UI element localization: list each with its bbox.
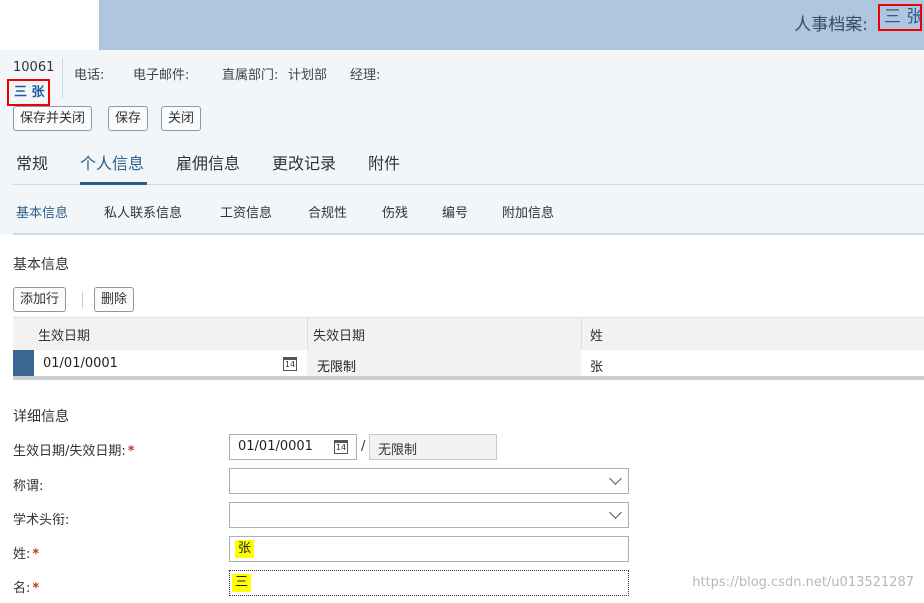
tab-attachments[interactable]: 附件 [368, 150, 400, 174]
save-button[interactable]: 保存 [108, 106, 149, 131]
salutation-label: 称谓: [13, 479, 44, 494]
toolbar-separator [82, 292, 83, 308]
header-left-blank [0, 0, 99, 50]
col-divider [307, 318, 308, 349]
email-label: 电子邮件: [133, 68, 190, 83]
chevron-down-icon[interactable] [609, 472, 622, 485]
cell-start-date[interactable]: 01/01/0001 [43, 356, 118, 371]
subtab-basic-info[interactable]: 基本信息 [16, 202, 68, 221]
manager-label: 经理: [350, 68, 381, 83]
tab-employment-info[interactable]: 雇佣信息 [176, 150, 240, 174]
col-end-date[interactable]: 失效日期 [313, 325, 365, 344]
subtab-number[interactable]: 编号 [442, 202, 468, 221]
calendar-icon[interactable]: 14 [334, 440, 348, 454]
effective-date-input[interactable]: 01/01/0001 14 [229, 434, 357, 460]
cell-end-date: 无限制 [317, 360, 357, 375]
subtab-payroll[interactable]: 工资信息 [220, 202, 272, 221]
tab-active-indicator [80, 182, 147, 185]
subtab-compliance[interactable]: 合规性 [308, 202, 347, 221]
detail-title: 详细信息 [13, 409, 69, 425]
first-name-value: 三 [232, 574, 252, 592]
delete-button[interactable]: 删除 [94, 287, 135, 312]
tab-general[interactable]: 常规 [16, 150, 48, 174]
table-scrollbar[interactable] [13, 376, 924, 380]
header-divider [62, 58, 63, 98]
row-selector[interactable] [13, 350, 34, 377]
last-name-label: 姓: * [13, 547, 40, 562]
tab-change-log[interactable]: 更改记录 [272, 150, 336, 174]
col-last-name[interactable]: 姓 [590, 325, 603, 344]
tab-personal-info[interactable]: 个人信息 [80, 150, 144, 174]
effective-date-value: 01/01/0001 [238, 439, 313, 454]
first-name-input[interactable]: 三 [229, 570, 629, 596]
salutation-select[interactable] [229, 468, 629, 494]
date-separator: / [361, 439, 366, 454]
header-employee-name: 三 张 [878, 4, 922, 31]
last-name-input[interactable]: 张 [229, 536, 629, 562]
end-date-field: 无限制 [369, 434, 497, 460]
phone-label: 电话: [74, 68, 105, 83]
first-name-label: 名: * [13, 581, 40, 596]
dept-label: 直属部门: [222, 68, 279, 83]
watermark: https://blog.csdn.net/u013521287 [692, 575, 914, 590]
chevron-down-icon[interactable] [609, 506, 622, 519]
subtab-private-contact[interactable]: 私人联系信息 [104, 202, 182, 221]
date-range-label: 生效日期/失效日期: * [13, 444, 135, 459]
close-button[interactable]: 关闭 [161, 106, 202, 131]
last-name-value: 张 [235, 540, 255, 558]
academic-title-label: 学术头衔: [13, 513, 70, 528]
tab-bar-line [13, 184, 924, 185]
subtab-additional[interactable]: 附加信息 [502, 202, 554, 221]
subtab-disability[interactable]: 伤残 [382, 202, 408, 221]
calendar-icon[interactable]: 14 [283, 357, 297, 371]
page-title: 人事档案: [794, 15, 868, 35]
end-date-value: 无限制 [378, 443, 418, 458]
basic-info-title: 基本信息 [13, 257, 69, 273]
subtab-bar-line [13, 233, 924, 235]
cell-last-name[interactable]: 张 [590, 356, 603, 375]
employee-name: 三 张 [7, 79, 50, 106]
table-header [13, 317, 924, 350]
employee-id: 10061 [13, 60, 55, 75]
col-start-date[interactable]: 生效日期 [38, 325, 90, 344]
col-divider [581, 318, 582, 349]
dept-value: 计划部 [288, 68, 328, 83]
add-row-button[interactable]: 添加行 [13, 287, 67, 312]
save-close-button[interactable]: 保存并关闭 [13, 106, 93, 131]
academic-title-select[interactable] [229, 502, 629, 528]
